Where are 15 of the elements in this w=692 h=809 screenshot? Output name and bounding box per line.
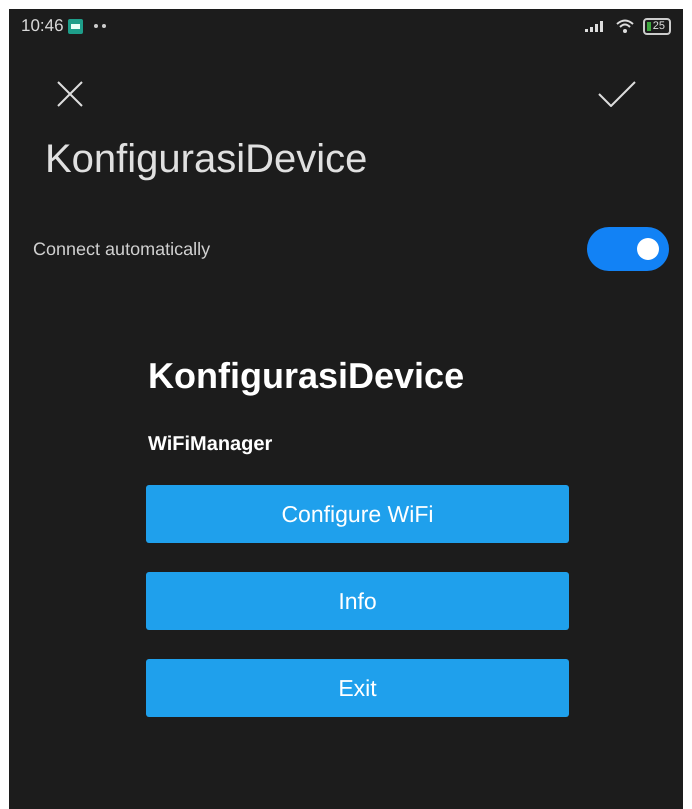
battery-indicator: 25 <box>642 18 671 34</box>
menu-button[interactable]: Info <box>146 572 569 630</box>
menu-button[interactable]: Configure WiFi <box>146 485 569 543</box>
portal-subtitle: WiFiManager <box>147 432 274 457</box>
confirm-check-icon[interactable] <box>598 81 636 107</box>
portal-title: KonfigurasiDevice <box>147 354 466 398</box>
setting-label: Connect automatically <box>33 238 210 261</box>
status-time: 10:46 <box>21 15 64 38</box>
close-icon[interactable] <box>56 80 84 108</box>
page-title: KonfigurasiDevice <box>44 139 368 179</box>
toggle-switch[interactable] <box>587 227 669 271</box>
notification-icon <box>68 18 83 34</box>
more-notifications-icon <box>92 23 107 29</box>
menu-button[interactable]: Exit <box>146 659 569 717</box>
wifi-icon <box>614 18 635 34</box>
